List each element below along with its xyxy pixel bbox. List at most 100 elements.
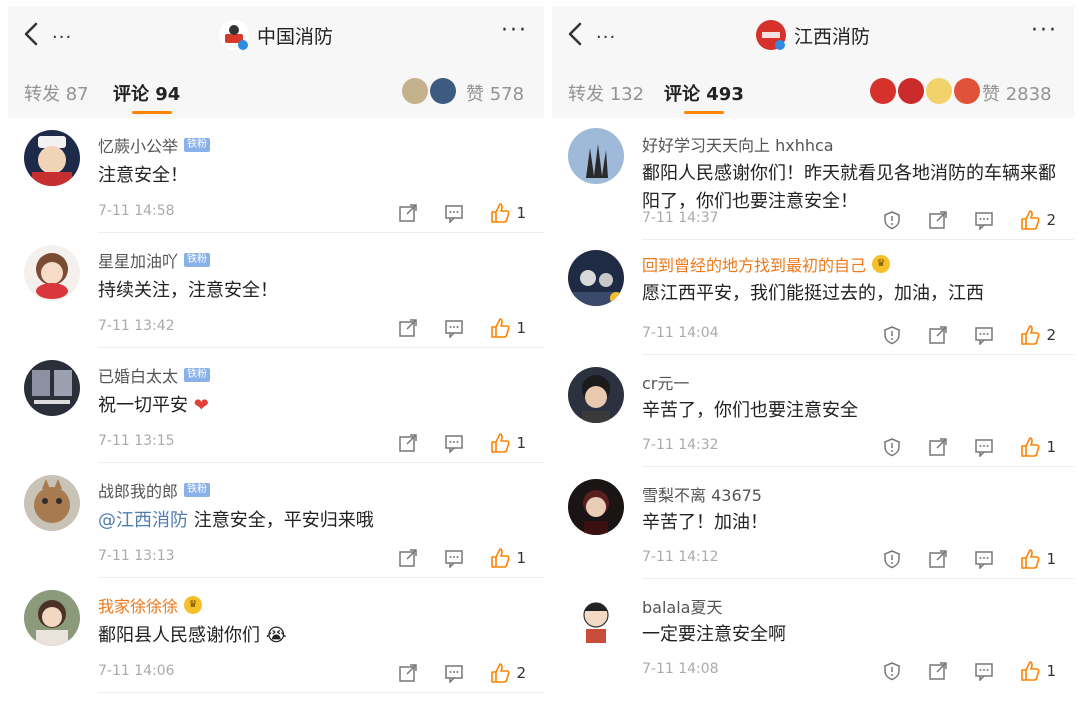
like-button[interactable]: 1: [490, 548, 526, 568]
account-header[interactable]: 江西消防: [552, 20, 1074, 50]
like-count: 1: [516, 204, 526, 222]
tab-likes[interactable]: 赞 2838: [982, 80, 1052, 106]
comment-text: @江西消防 注意安全，平安归来哦: [98, 507, 528, 535]
thumbs-up-icon: [1021, 325, 1040, 345]
username-text[interactable]: 战郎我的郎: [98, 478, 178, 502]
username-text[interactable]: 回到曾经的地方找到最初的自己: [642, 252, 866, 276]
reply-icon[interactable]: [974, 661, 994, 681]
avatar[interactable]: [24, 245, 80, 301]
share-icon[interactable]: [928, 325, 948, 345]
username-text[interactable]: 忆蕨小公举: [98, 133, 178, 157]
avatar[interactable]: [568, 250, 624, 306]
username[interactable]: 战郎我的郎 铁粉: [98, 478, 211, 502]
comment-item: 已婚白太太 铁粉 祝一切平安 ❤ 7-11 13:15 1: [8, 348, 544, 463]
username[interactable]: 已婚白太太 铁粉: [98, 363, 211, 387]
username[interactable]: cr元一: [642, 370, 689, 394]
username-text[interactable]: cr元一: [642, 370, 689, 394]
panel-separator: [544, 0, 552, 707]
reply-icon[interactable]: [444, 433, 464, 453]
tab-repost[interactable]: 转发 132: [568, 80, 644, 106]
like-button[interactable]: 1: [490, 433, 526, 453]
share-icon[interactable]: [398, 663, 418, 683]
like-button[interactable]: 1: [490, 203, 526, 223]
username-text[interactable]: 好好学习天天向上 hxhhca: [642, 132, 834, 156]
liker-avatars[interactable]: [402, 78, 456, 104]
avatar[interactable]: [24, 475, 80, 531]
avatar[interactable]: [568, 591, 624, 647]
share-icon[interactable]: [398, 548, 418, 568]
report-icon[interactable]: [882, 661, 902, 681]
report-icon[interactable]: [882, 437, 902, 457]
avatar[interactable]: [568, 128, 624, 184]
username[interactable]: 忆蕨小公举 铁粉: [98, 133, 211, 157]
reply-icon[interactable]: [444, 548, 464, 568]
comment-item: cr元一 辛苦了，你们也要注意安全 7-11 14:32 1: [552, 355, 1074, 467]
reply-icon[interactable]: [444, 203, 464, 223]
account-header[interactable]: 中国消防: [8, 20, 544, 50]
tab-repost[interactable]: 转发 87: [24, 80, 89, 106]
reply-icon[interactable]: [974, 437, 994, 457]
more-icon[interactable]: ···: [1031, 20, 1058, 42]
tab-comments[interactable]: 评论 493: [664, 80, 744, 106]
account-avatar: [755, 20, 786, 50]
reply-icon[interactable]: [444, 663, 464, 683]
reply-icon[interactable]: [974, 210, 994, 230]
more-icon[interactable]: ···: [501, 20, 528, 42]
liker-avatar: [430, 78, 456, 104]
share-icon[interactable]: [398, 203, 418, 223]
avatar[interactable]: [24, 360, 80, 416]
liker-avatars[interactable]: [870, 78, 980, 104]
liker-avatar: [926, 78, 952, 104]
report-icon[interactable]: [882, 549, 902, 569]
like-button[interactable]: 2: [1020, 210, 1056, 230]
username[interactable]: 雪梨不离 43675: [642, 482, 762, 506]
comment-body: 祝一切平安: [98, 395, 188, 416]
username[interactable]: 好好学习天天向上 hxhhca: [642, 132, 834, 156]
username[interactable]: 回到曾经的地方找到最初的自己 ♛: [642, 252, 891, 276]
username[interactable]: 星星加油吖 铁粉: [98, 248, 211, 272]
reply-icon[interactable]: [974, 549, 994, 569]
username-text[interactable]: 已婚白太太: [98, 363, 178, 387]
avatar[interactable]: [568, 479, 624, 535]
tab-comments[interactable]: 评论 94: [113, 80, 180, 106]
username[interactable]: balala夏天: [642, 594, 722, 618]
like-count: 1: [516, 319, 526, 337]
divider: [98, 692, 544, 693]
avatar[interactable]: [24, 590, 80, 646]
share-icon[interactable]: [398, 433, 418, 453]
like-button[interactable]: 2: [490, 663, 526, 683]
username-text[interactable]: 雪梨不离 43675: [642, 482, 762, 506]
share-icon[interactable]: [928, 210, 948, 230]
fan-badge: 铁粉: [184, 483, 211, 497]
comment-item: 好好学习天天向上 hxhhca 鄱阳人民感谢你们！昨天就看见各地消防的车辆来鄱阳…: [552, 120, 1074, 240]
share-icon[interactable]: [928, 549, 948, 569]
avatar[interactable]: [24, 130, 80, 186]
comment-body: 一定要注意安全啊: [642, 624, 786, 645]
username-text[interactable]: balala夏天: [642, 594, 722, 618]
report-icon[interactable]: [882, 325, 902, 345]
like-button[interactable]: 1: [1020, 437, 1056, 457]
report-icon[interactable]: [882, 210, 902, 230]
vip-crown-icon: ♛: [184, 596, 203, 614]
username-text[interactable]: 星星加油吖: [98, 248, 178, 272]
like-button[interactable]: 2: [1020, 325, 1056, 345]
comment-actions: 1: [398, 548, 526, 568]
share-icon[interactable]: [928, 661, 948, 681]
username-text[interactable]: 我家徐徐徐: [98, 593, 178, 617]
mention-link[interactable]: @江西消防: [98, 510, 188, 531]
comment-body: 持续关注，注意安全！: [98, 280, 278, 301]
reply-icon[interactable]: [444, 318, 464, 338]
reply-icon[interactable]: [974, 325, 994, 345]
like-button[interactable]: 1: [490, 318, 526, 338]
avatar[interactable]: [568, 367, 624, 423]
tab-likes[interactable]: 赞 578: [466, 80, 524, 106]
like-count: 2: [1046, 326, 1056, 344]
username[interactable]: 我家徐徐徐 ♛: [98, 593, 203, 617]
like-count: 1: [1046, 438, 1056, 456]
like-button[interactable]: 1: [1020, 661, 1056, 681]
share-icon[interactable]: [398, 318, 418, 338]
timestamp: 7-11 14:06: [98, 663, 175, 679]
like-button[interactable]: 1: [1020, 549, 1056, 569]
comment-item: 忆蕨小公举 铁粉 注意安全！ 7-11 14:58 1: [8, 118, 544, 233]
share-icon[interactable]: [928, 437, 948, 457]
